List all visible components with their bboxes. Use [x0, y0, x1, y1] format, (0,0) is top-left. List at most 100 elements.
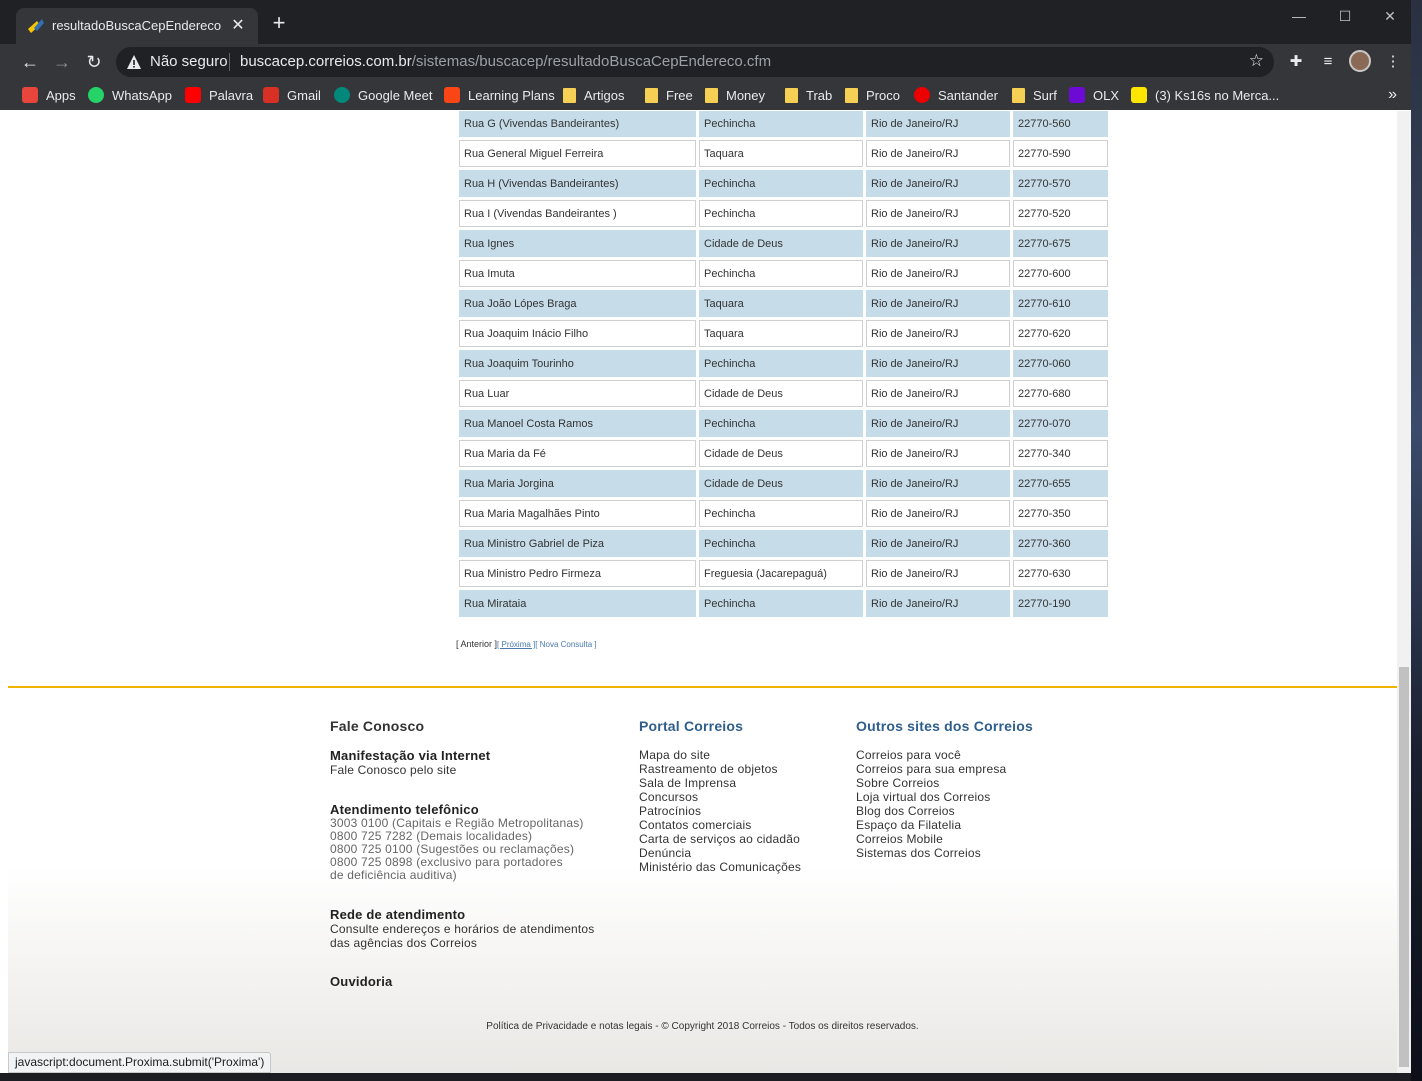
security-label[interactable]: Não seguro — [150, 53, 228, 70]
ouvidoria-link[interactable]: Ouvidoria — [330, 974, 630, 989]
cell-localidade: Rio de Janeiro/RJ — [866, 170, 1010, 197]
status-bubble: javascript:document.Proxima.submit('Prox… — [8, 1052, 272, 1073]
new-search-link[interactable]: [ Nova Consulta ] — [535, 640, 596, 649]
cell-bairro: Pechincha — [699, 410, 863, 437]
bookmark-artigos[interactable]: Artigos — [563, 85, 624, 105]
rede-atendimento-text[interactable]: Consulte endereços e horários de atendim… — [330, 922, 630, 950]
bookmark-olx[interactable]: OLX — [1069, 85, 1119, 105]
window-close-icon[interactable]: ✕ — [1367, 4, 1411, 28]
mercadolivre-icon — [1131, 87, 1147, 103]
cell-logradouro: Rua General Miguel Ferreira — [459, 140, 696, 167]
cell-cep: 22770-190 — [1013, 590, 1108, 617]
cell-localidade: Rio de Janeiro/RJ — [866, 440, 1010, 467]
extensions-puzzle-icon[interactable]: ✚ — [1286, 52, 1306, 72]
media-control-icon[interactable]: ≡ — [1318, 52, 1338, 72]
cell-localidade: Rio de Janeiro/RJ — [866, 590, 1010, 617]
table-row: Rua Imuta Pechincha Rio de Janeiro/RJ 22770… — [459, 260, 1108, 287]
cell-bairro: Taquara — [699, 320, 863, 347]
address-bar[interactable]: Não seguro buscacep.correios.com.br/sist… — [116, 47, 1274, 77]
bookmark-surf[interactable]: Surf — [1012, 85, 1057, 105]
cell-logradouro: Rua Ministro Pedro Firmeza — [459, 560, 696, 587]
footer-link[interactable]: Patrocínios — [639, 804, 839, 818]
footer-link[interactable]: Concursos — [639, 790, 839, 804]
table-row: Rua Ignes Cidade de Deus Rio de Janeiro/RJ… — [459, 230, 1108, 257]
fale-conosco-link[interactable]: Fale Conosco pelo site — [330, 763, 630, 777]
portal-correios-title[interactable]: Portal Correios — [639, 718, 839, 734]
back-arrow-icon[interactable]: ← — [17, 50, 43, 74]
table-row: Rua Ministro Gabriel de Piza Pechincha Rio… — [459, 530, 1108, 557]
new-tab-button[interactable]: + — [268, 12, 290, 34]
footer-link[interactable]: Sistemas dos Correios — [856, 846, 1096, 860]
bookmark-google-meet[interactable]: Google Meet — [334, 85, 432, 105]
manifestacao-title[interactable]: Manifestação via Internet — [330, 748, 630, 763]
bookmark-free[interactable]: Free — [645, 85, 693, 105]
footer-link[interactable]: Mapa do site — [639, 748, 839, 762]
bookmark-gmail[interactable]: Gmail — [263, 85, 321, 105]
footer-link[interactable]: Sala de Imprensa — [639, 776, 839, 790]
cell-bairro: Cidade de Deus — [699, 470, 863, 497]
forward-arrow-icon[interactable]: → — [49, 50, 75, 74]
gmail-icon — [263, 87, 279, 103]
cell-localidade: Rio de Janeiro/RJ — [866, 380, 1010, 407]
table-row: Rua Maria da Fé Cidade de Deus Rio de Jane… — [459, 440, 1108, 467]
bookmark-proco[interactable]: Proco — [845, 85, 900, 105]
bookmark-star-icon[interactable]: ☆ — [1249, 51, 1264, 71]
cell-cep: 22770-680 — [1013, 380, 1108, 407]
bookmark-label: Trab — [806, 87, 833, 103]
footer-link[interactable]: Correios Mobile — [856, 832, 1096, 846]
folder-icon — [1012, 87, 1025, 103]
footer-link[interactable]: Blog dos Correios — [856, 804, 1096, 818]
cell-logradouro: Rua Maria Jorgina — [459, 470, 696, 497]
profile-avatar[interactable] — [1349, 50, 1371, 72]
cell-logradouro: Rua I (Vivendas Bandeirantes ) — [459, 200, 696, 227]
bookmarks-overflow-icon[interactable]: » — [1388, 86, 1397, 104]
bookmark-learning-plans[interactable]: Learning Plans — [444, 85, 555, 105]
bookmark-santander[interactable]: Santander — [914, 85, 998, 105]
bookmark-trab[interactable]: Trab — [785, 85, 832, 105]
cell-localidade: Rio de Janeiro/RJ — [866, 560, 1010, 587]
footer-link[interactable]: Denúncia — [639, 846, 839, 860]
footer-link[interactable]: Carta de serviços ao cidadão — [639, 832, 839, 846]
table-row: Rua Joaquim Inácio Filho Taquara Rio de Ja… — [459, 320, 1108, 347]
footer-link[interactable]: Ministério das Comunicações — [639, 860, 839, 874]
menu-kebab-icon[interactable]: ⋮ — [1383, 52, 1403, 72]
footer-link[interactable]: Correios para sua empresa — [856, 762, 1096, 776]
active-tab[interactable]: resultadoBuscaCepEndereco ✕ — [16, 8, 258, 44]
url-text[interactable]: buscacep.correios.com.br/sistemas/buscac… — [240, 53, 771, 70]
bookmark-3-ks16s-no-merca[interactable]: (3) Ks16s no Merca... — [1131, 85, 1279, 105]
minimize-icon[interactable]: — — [1276, 4, 1322, 28]
cell-cep: 22770-340 — [1013, 440, 1108, 467]
bookmark-whatsapp[interactable]: WhatsApp — [88, 85, 172, 105]
cell-cep: 22770-560 — [1013, 111, 1108, 137]
bookmark-money[interactable]: Money — [705, 85, 765, 105]
cell-bairro: Pechincha — [699, 350, 863, 377]
footer-link[interactable]: Correios para você — [856, 748, 1096, 762]
footer-link[interactable]: Rastreamento de objetos — [639, 762, 839, 776]
url-path: /sistemas/buscacep/resultadoBuscaCepEnde… — [411, 53, 772, 70]
page-scrollbar[interactable] — [1397, 111, 1411, 1081]
cell-cep: 22770-620 — [1013, 320, 1108, 347]
portal-links: Mapa do site Rastreamento de objetos Sala … — [639, 748, 839, 874]
cell-logradouro: Rua Ministro Gabriel de Piza — [459, 530, 696, 557]
next-link[interactable]: [ Próxima ] — [497, 640, 535, 649]
cell-cep: 22770-350 — [1013, 500, 1108, 527]
bookmark-palavra[interactable]: Palavra — [185, 85, 253, 105]
fale-conosco-title[interactable]: Fale Conosco — [330, 718, 630, 734]
footer-link[interactable]: Sobre Correios — [856, 776, 1096, 790]
bookmark-label: Google Meet — [358, 87, 433, 103]
bookmark-label: (3) Ks16s no Merca... — [1155, 87, 1280, 103]
table-row: Rua I (Vivendas Bandeirantes ) Pechincha R… — [459, 200, 1108, 227]
scrollbar-thumb[interactable] — [1399, 667, 1409, 1067]
footer-link[interactable]: Espaço da Filatelia — [856, 818, 1096, 832]
footer-link[interactable]: Loja virtual dos Correios — [856, 790, 1096, 804]
tab-close-icon[interactable]: ✕ — [228, 15, 248, 35]
cell-bairro: Pechincha — [699, 111, 863, 137]
maximize-icon[interactable]: ☐ — [1322, 4, 1368, 28]
rede-atendimento-title[interactable]: Rede de atendimento — [330, 907, 630, 922]
copyright-text[interactable]: Política de Privacidade e notas legais -… — [8, 1021, 1397, 1032]
reload-icon[interactable]: ↻ — [81, 50, 107, 74]
cell-bairro: Taquara — [699, 290, 863, 317]
bookmark-apps[interactable]: Apps — [22, 85, 76, 105]
footer-col-fale-conosco: Fale Conosco Manifestação via Internet F… — [330, 718, 630, 989]
footer-link[interactable]: Contatos comerciais — [639, 818, 839, 832]
